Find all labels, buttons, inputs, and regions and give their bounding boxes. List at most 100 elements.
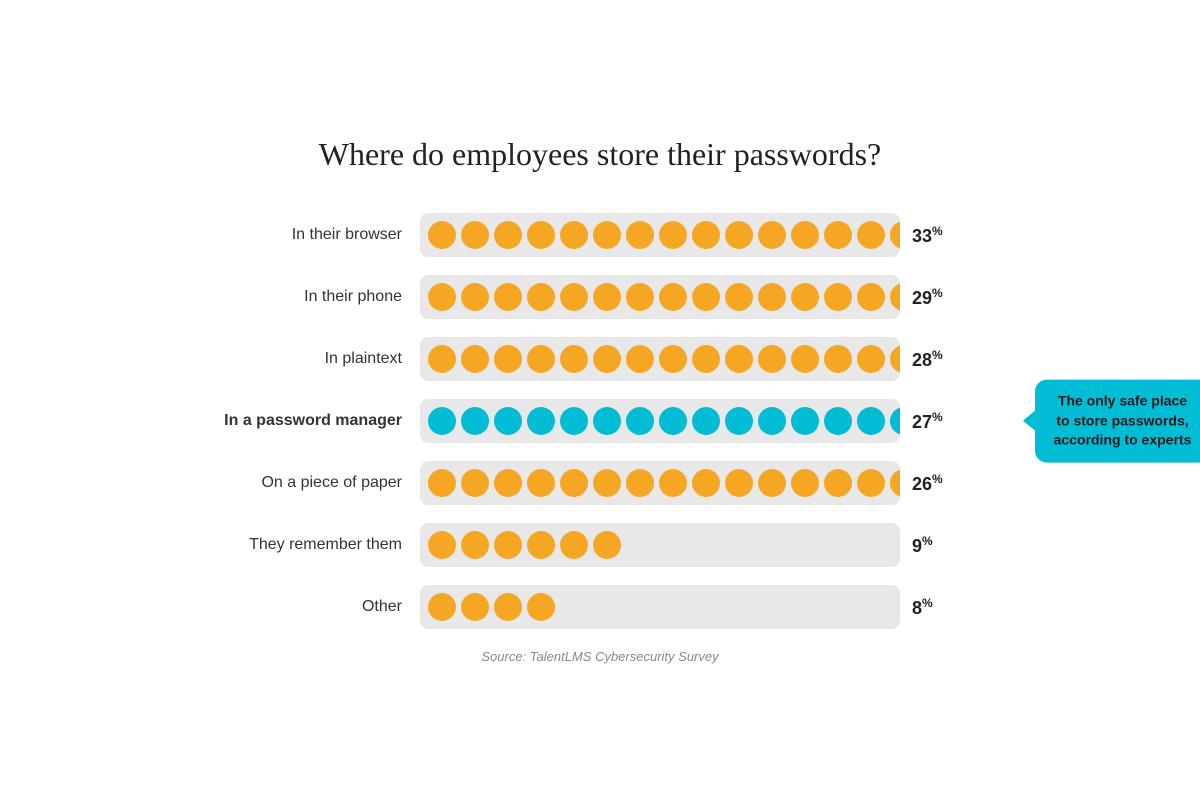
bar-dot (824, 469, 852, 497)
bar-dot (758, 221, 786, 249)
bar-dot (758, 345, 786, 373)
bar-row: On a piece of paper 26% (190, 461, 1010, 505)
bar-dot (494, 345, 522, 373)
bar-dot (659, 345, 687, 373)
bar-dot (692, 407, 720, 435)
bar-dot (593, 469, 621, 497)
bar-value: 33% (912, 224, 943, 247)
bar-dot (890, 283, 900, 311)
bar-dot (758, 407, 786, 435)
bar-dot (857, 469, 885, 497)
bar-dot (692, 283, 720, 311)
bar-dot (659, 469, 687, 497)
chart-title: Where do employees store their passwords… (190, 136, 1010, 173)
bar-dot (494, 221, 522, 249)
bar-dot (890, 221, 900, 249)
bar-dot (461, 469, 489, 497)
bar-dot (428, 283, 456, 311)
bar-dot (857, 221, 885, 249)
bar-dot (626, 345, 654, 373)
bar-value: 27% (912, 410, 943, 433)
bar-dot (593, 221, 621, 249)
bar-dot (560, 283, 588, 311)
bar-dot (461, 283, 489, 311)
bar-dot (725, 407, 753, 435)
chart-container: Where do employees store their passwords… (150, 116, 1050, 684)
bar-dot (626, 469, 654, 497)
bar-dot (725, 221, 753, 249)
bar-dot (428, 531, 456, 559)
bar-dot (560, 221, 588, 249)
bar-dot (857, 345, 885, 373)
bar-track (420, 585, 900, 629)
bar-track (420, 337, 900, 381)
bar-dot (857, 407, 885, 435)
bar-dot (791, 221, 819, 249)
bar-value: 9% (912, 534, 933, 557)
bar-value: 8% (912, 596, 933, 619)
bars-container: In their browser 33% In their phone 29% In p… (190, 213, 1010, 629)
bar-dot (560, 531, 588, 559)
bar-value: 26% (912, 472, 943, 495)
bar-dot (791, 345, 819, 373)
bar-dot (428, 469, 456, 497)
bar-dot (791, 283, 819, 311)
bar-value: 29% (912, 286, 943, 309)
bar-dot (428, 407, 456, 435)
bar-dot (494, 469, 522, 497)
bar-dot (824, 345, 852, 373)
bar-dot (692, 469, 720, 497)
bar-dot (791, 469, 819, 497)
bar-label: Other (190, 598, 420, 616)
bar-dot (494, 531, 522, 559)
bar-label: On a piece of paper (190, 474, 420, 492)
bar-dot (560, 345, 588, 373)
bar-row: In their browser 33% (190, 213, 1010, 257)
bar-value: 28% (912, 348, 943, 371)
bar-dot (461, 407, 489, 435)
bar-dot (659, 407, 687, 435)
bar-dot (659, 283, 687, 311)
bar-dot (560, 469, 588, 497)
bar-dot (527, 345, 555, 373)
bar-dot (593, 283, 621, 311)
bar-dot (527, 283, 555, 311)
bar-dot (725, 283, 753, 311)
bar-dot (824, 283, 852, 311)
bar-dot (461, 593, 489, 621)
bar-row: They remember them9% (190, 523, 1010, 567)
bar-dot (494, 593, 522, 621)
bar-dot (593, 531, 621, 559)
bar-dot (593, 345, 621, 373)
bar-dot (659, 221, 687, 249)
bar-dot (461, 221, 489, 249)
bar-dot (626, 283, 654, 311)
bar-row: Other 8% (190, 585, 1010, 629)
source-text: Source: TalentLMS Cybersecurity Survey (190, 649, 1010, 664)
bar-track (420, 461, 900, 505)
callout-bubble: The only safe place to store passwords, … (1035, 380, 1200, 463)
bar-row: In plaintext 28% (190, 337, 1010, 381)
bar-dot (692, 345, 720, 373)
bar-dot (758, 469, 786, 497)
bar-dot (461, 345, 489, 373)
bar-dot (758, 283, 786, 311)
bar-dot (527, 221, 555, 249)
bar-dot (725, 345, 753, 373)
bar-dot (461, 531, 489, 559)
bar-dot (494, 407, 522, 435)
bar-dot (890, 469, 900, 497)
bar-dot (692, 221, 720, 249)
bar-track (420, 523, 900, 567)
bar-track (420, 275, 900, 319)
bar-dot (428, 345, 456, 373)
bar-label: In their browser (190, 226, 420, 244)
bar-label: In their phone (190, 288, 420, 306)
bar-dot (428, 593, 456, 621)
bar-label: In plaintext (190, 350, 420, 368)
bar-dot (857, 283, 885, 311)
bar-dot (494, 283, 522, 311)
bar-dot (824, 407, 852, 435)
bar-row: In a password manager27%The only safe pl… (190, 399, 1010, 443)
bar-dot (890, 345, 900, 373)
